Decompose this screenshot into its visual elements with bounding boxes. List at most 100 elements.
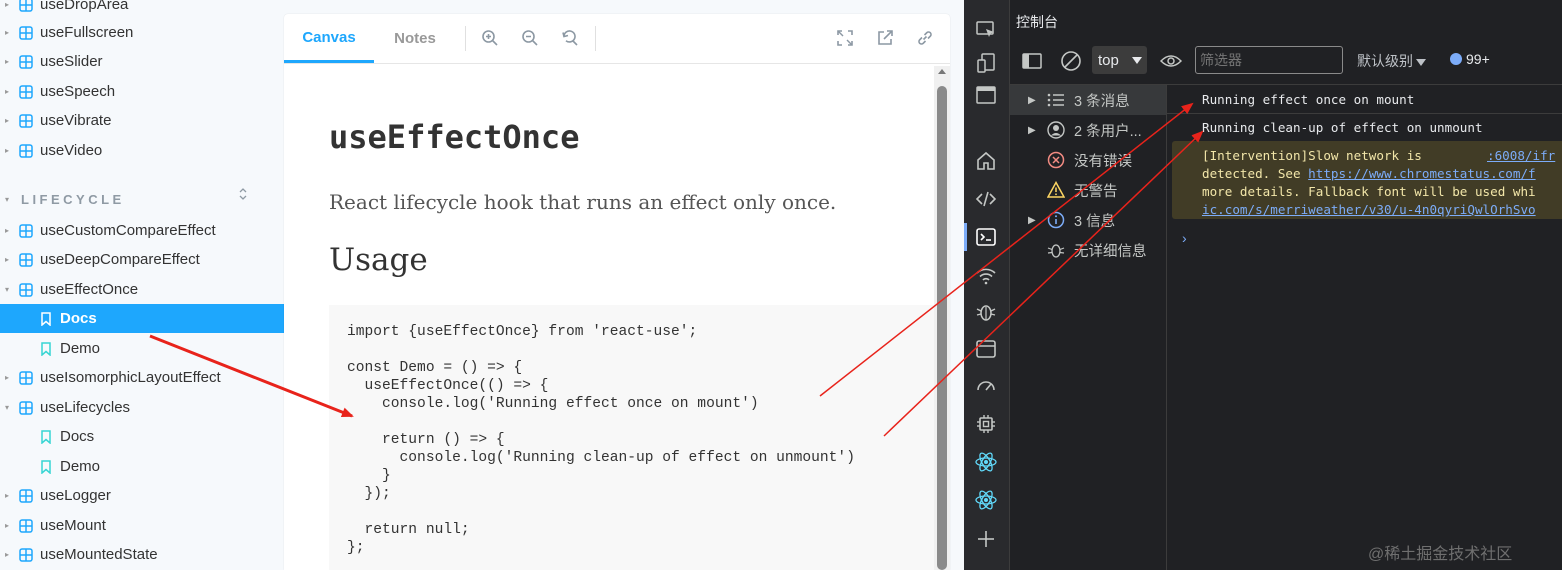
sidebar-item-messages[interactable]: ▶ 3 条消息 [1010,85,1166,115]
react-profiler-icon[interactable] [974,488,998,512]
sidebar-item-useisomorphiclayouteffect[interactable]: ▸ useIsomorphicLayoutEffect [0,363,284,392]
live-expression-eye-icon[interactable] [1159,52,1183,75]
log-level-value: 默认级别 [1357,53,1413,69]
sidebar-item-label: useLifecycles [40,399,131,416]
code-tags-icon[interactable] [974,187,998,211]
component-icon [19,54,33,69]
sidebar-item-label: Demo [60,458,101,475]
issues-count: 99+ [1466,51,1490,67]
react-components-icon[interactable] [974,450,998,474]
sidebar-item-label: useEffectOnce [40,281,139,298]
sidebar-item-label: 无详细信息 [1074,243,1147,260]
memory-chip-icon[interactable] [974,412,998,436]
console-log-line[interactable]: Running effect once on mount [1167,85,1562,114]
list-icon [1046,90,1066,110]
chevron-right-icon: ▸ [5,87,10,96]
chromestatus-link[interactable]: https://www.chromestatus.com/f [1308,166,1535,181]
sidebar-item-label: 3 信息 [1074,213,1116,230]
issues-badge[interactable]: 99+ [1450,51,1490,67]
log-text: Running effect once on mount [1202,92,1415,107]
sidebar-item-label: Demo [60,340,101,357]
copy-link-icon[interactable] [916,29,934,47]
page-title: useEffectOnce [329,118,580,156]
application-panel-icon[interactable] [974,337,998,361]
sidebar-item-usemount[interactable]: ▸ useMount [0,511,284,540]
sidebar-item-errors[interactable]: 没有错误 [1010,145,1166,175]
sidebar-item-usecustomcompareeffect[interactable]: ▸ useCustomCompareEffect [0,216,284,245]
zoom-in-icon[interactable] [481,29,499,47]
sidebar-item-useeffectonce[interactable]: ▾ useEffectOnce [0,275,284,304]
inspect-element-icon[interactable] [974,18,998,42]
toolbar-divider [465,26,466,51]
zoom-out-icon[interactable] [521,29,539,47]
sidebar-item-demo[interactable]: Demo [0,452,284,481]
device-toolbar-icon[interactable] [974,51,998,75]
sidebar-section-lifecycle[interactable]: ▾ LIFECYCLE [0,186,284,212]
network-wifi-icon[interactable] [974,263,998,287]
sidebar-item-label: useMountedState [40,546,158,563]
console-filter-input[interactable] [1195,46,1343,74]
sidebar-item-demo[interactable]: Demo [0,334,284,363]
chevron-right-icon: ▸ [5,146,10,155]
devtools-panel: 控制台 top 默认级别 99+ ▶ 3 条消息 ▶ 2 条用户... [964,0,1562,570]
fullscreen-icon[interactable] [836,29,854,47]
sidebar-item-label: useCustomCompareEffect [40,222,216,239]
toolbar-divider [595,26,596,51]
console-warning-message[interactable]: [Intervention]Slow network is :6008/ifr d… [1172,141,1562,219]
sidebar-toggle-icon[interactable] [1022,52,1042,75]
component-icon [19,143,33,158]
sidebar-item-label: useFullscreen [40,24,134,41]
page-description: React lifecycle hook that runs an effect… [329,190,837,214]
warning-source-link[interactable]: :6008/ifr [1487,147,1555,165]
add-panel-icon[interactable] [974,527,998,551]
tab-canvas[interactable]: Canvas [284,14,374,63]
sidebar-item-usespeech[interactable]: ▸ useSpeech [0,77,284,106]
info-icon [1046,210,1066,230]
sidebar-item-info[interactable]: ▶ 3 信息 [1010,205,1166,235]
context-select[interactable]: top [1092,46,1147,74]
scroll-up-arrow-icon[interactable] [938,69,946,74]
sidebar-item-docs[interactable]: Docs [0,422,284,451]
sidebar-item-usevideo[interactable]: ▸ useVideo [0,136,284,165]
sidebar-item-label: useSlider [40,53,103,70]
clear-console-icon[interactable] [1060,50,1082,77]
zoom-reset-icon[interactable] [561,29,579,47]
collapse-toggle-icon[interactable] [238,187,248,204]
chevron-right-icon: ▸ [5,116,10,125]
warning-text: [Intervention]Slow network is [1202,148,1422,163]
sidebar-item-useslider[interactable]: ▸ useSlider [0,47,284,76]
font-url-link[interactable]: ic.com/s/merriweather/v30/u-4n0qyriQwlOr… [1202,202,1536,217]
sidebar-item-usedeepcompareeffect[interactable]: ▸ useDeepCompareEffect [0,245,284,274]
console-prompt-chevron-icon[interactable]: › [1182,230,1187,246]
sidebar-item-docs-selected[interactable]: Docs [0,304,284,333]
elements-panel-icon[interactable] [974,83,998,107]
chevron-right-icon: ▸ [5,373,10,382]
dropdown-arrow-icon [1132,57,1142,64]
sidebar-item-warnings[interactable]: 无警告 [1010,175,1166,205]
console-icon[interactable] [974,225,998,249]
sidebar-item-uselifecycles[interactable]: ▾ useLifecycles [0,393,284,422]
sidebar-item-uselogger[interactable]: ▸ useLogger [0,481,284,510]
performance-gauge-icon[interactable] [974,374,998,398]
component-icon [19,370,33,385]
sidebar-item-usedroparea[interactable]: ▸ useDropArea [0,0,284,19]
tab-notes[interactable]: Notes [374,14,456,63]
bug-icon[interactable] [974,300,998,324]
component-icon [19,282,33,297]
log-level-select[interactable]: 默认级别 [1357,51,1426,71]
open-new-tab-icon[interactable] [876,29,894,47]
code-block: import {useEffectOnce} from 'react-use';… [329,305,934,570]
sidebar-item-verbose[interactable]: 无详细信息 [1010,235,1166,265]
console-log-line[interactable]: Running clean-up of effect on unmount [1167,113,1562,141]
warning-text: detected. See [1202,166,1309,181]
user-icon [1046,120,1066,140]
home-icon[interactable] [974,149,998,173]
sidebar-item-usevibrate[interactable]: ▸ useVibrate [0,106,284,135]
sidebar-item-user-messages[interactable]: ▶ 2 条用户... [1010,115,1166,145]
devtools-panel-title: 控制台 [1016,14,1058,30]
sidebar-item-usemountedstate[interactable]: ▸ useMountedState [0,540,284,569]
sidebar-item-usefullscreen[interactable]: ▸ useFullscreen [0,18,284,47]
sidebar-item-label: 没有错误 [1074,153,1132,170]
scrollbar-thumb[interactable] [937,86,947,570]
console-sidebar: ▶ 3 条消息 ▶ 2 条用户... 没有错误 无警告 ▶ 3 信息 无详细信息 [1010,85,1167,570]
